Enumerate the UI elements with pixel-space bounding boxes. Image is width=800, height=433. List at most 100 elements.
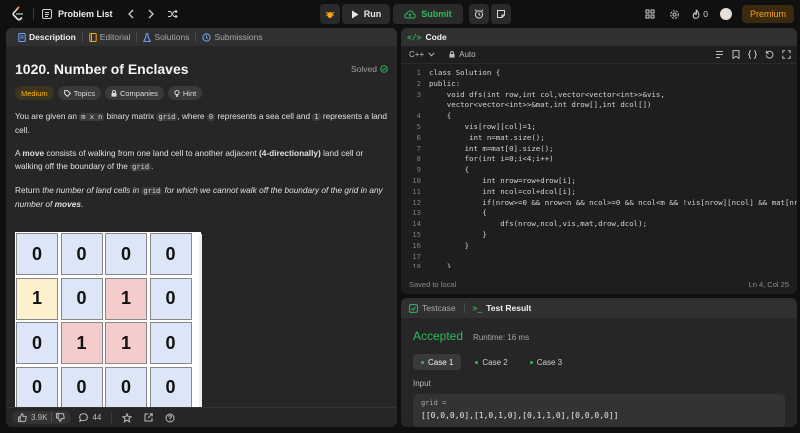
tab-submissions[interactable]: Submissions (196, 28, 268, 46)
tab-description[interactable]: Description (12, 28, 82, 46)
code-line[interactable]: 7 int m=mat[0].size(); (401, 144, 797, 155)
code-braces-icon[interactable] (748, 50, 757, 59)
lightbulb-icon (174, 89, 180, 97)
lock-icon (449, 51, 455, 58)
case-tab-2[interactable]: Case 2 (467, 354, 515, 370)
avatar[interactable] (719, 8, 732, 20)
notes-button[interactable] (491, 4, 511, 24)
code-line[interactable]: 16 } (401, 241, 797, 252)
submit-button[interactable]: Submit (393, 4, 463, 24)
text-span: binary matrix (104, 111, 157, 121)
timer-button[interactable] (469, 4, 489, 24)
inline-code: grid (141, 187, 163, 195)
line-number: 8 (416, 154, 421, 164)
premium-button[interactable]: Premium (741, 5, 794, 23)
code-text: } (429, 229, 487, 239)
code-line[interactable]: 5 vis[row][col]=1; (401, 122, 797, 133)
case-tab-1[interactable]: Case 1 (413, 354, 462, 370)
code-text: for(int i=0;i<4;i++) (429, 154, 554, 164)
code-line[interactable]: 4 { (401, 111, 797, 122)
run-button[interactable]: Run (342, 4, 390, 24)
language-label: C++ (409, 50, 425, 59)
code-line[interactable]: vector<vector<int>>&mat,int drow[],int d… (401, 100, 797, 111)
code-line[interactable]: 11 int ncol=col+dcol[i]; (401, 187, 797, 198)
problem-list-link[interactable]: Problem List (58, 9, 113, 19)
runtime-label: Runtime: 16 ms (473, 333, 530, 342)
test-tabs: Testcase >_ Test Result (401, 298, 797, 318)
reset-icon[interactable] (765, 50, 774, 59)
nav-divider (33, 8, 34, 20)
like-button[interactable]: 3.9K (12, 411, 72, 424)
comments-button[interactable]: 44 (79, 413, 101, 422)
tab-solutions[interactable]: Solutions (137, 28, 195, 46)
like-count: 3.9K (31, 413, 48, 422)
favorite-star-icon[interactable] (122, 412, 133, 423)
shuffle-icon[interactable] (167, 9, 178, 19)
code-line[interactable]: 9 { (401, 165, 797, 176)
format-icon[interactable] (715, 50, 724, 59)
line-number: 18 (412, 262, 421, 268)
bold-text: moves (54, 199, 81, 209)
code-line[interactable]: 1 class Solution { (401, 68, 797, 79)
problem-list-icon[interactable] (42, 9, 52, 19)
grid-cell: 1 (105, 277, 147, 320)
thumbs-down-icon[interactable] (56, 413, 66, 422)
code-text: class Solution { (429, 68, 501, 77)
companies-tag[interactable]: Companies (104, 86, 164, 100)
code-line[interactable]: 14 dfs(nrow,ncol,vis,mat,drow,dcol); (401, 219, 797, 230)
settings-gear-icon[interactable] (669, 9, 680, 20)
tab-separator (463, 303, 465, 313)
code-line[interactable]: 12 if(nrow>=0 && nrow<n && ncol>=0 && nc… (401, 198, 797, 209)
image-scrollbar[interactable] (199, 234, 202, 408)
code-line[interactable]: 8 for(int i=0;i<4;i++) (401, 154, 797, 165)
layout-grid-icon[interactable] (645, 9, 655, 19)
topics-label: Topics (73, 88, 95, 98)
tab-editorial[interactable]: Editorial (83, 28, 137, 46)
expand-icon[interactable] (782, 50, 791, 59)
leetcode-logo-icon[interactable] (11, 6, 25, 22)
panel-resize-handle[interactable] (398, 28, 400, 427)
cursor-position: Ln 4, Col 25 (748, 280, 789, 289)
code-line[interactable]: 13 { (401, 208, 797, 219)
code-line[interactable]: 15 } (401, 230, 797, 241)
code-line[interactable]: 6 int n=mat.size(); (401, 133, 797, 144)
tab-test-result[interactable]: >_ Test Result (473, 303, 532, 313)
bookmark-icon[interactable] (732, 50, 740, 59)
next-problem-icon[interactable] (147, 9, 155, 19)
topics-tag[interactable]: Topics (57, 86, 101, 100)
problem-title[interactable]: 1020. Number of Enclaves (15, 61, 189, 77)
auto-mode-toggle[interactable]: Auto (449, 50, 476, 59)
bug-icon (325, 11, 335, 18)
tab-testcase[interactable]: Testcase (409, 303, 456, 313)
debug-button[interactable] (320, 4, 340, 24)
solved-status: Solved (351, 64, 388, 74)
code-line[interactable]: 18 } (401, 262, 797, 268)
code-text: int ncol=col+dcol[i]; (429, 186, 576, 196)
description-paragraph-3: Return the number of land cells in grid … (15, 184, 388, 211)
save-status: Saved to local (409, 280, 457, 289)
inline-code: 1 (312, 113, 321, 121)
code-text: int nrow=row+drow[i]; (429, 175, 576, 185)
share-icon[interactable] (144, 413, 154, 422)
help-question-icon[interactable] (165, 413, 175, 423)
code-line[interactable]: 3 void dfs(int row,int col,vector<vector… (401, 90, 797, 101)
code-line[interactable]: 2 public: (401, 79, 797, 90)
tab-submissions-label: Submissions (214, 32, 263, 42)
grid-cell: 0 (16, 322, 58, 364)
tab-description-label: Description (29, 32, 76, 42)
streak-count: 0 (703, 9, 708, 19)
streak-fire-icon[interactable]: 0 (692, 9, 708, 19)
grid-cell: 0 (16, 366, 58, 409)
code-line[interactable]: 10 int nrow=row+drow[i]; (401, 176, 797, 187)
case-tab-3[interactable]: Case 3 (522, 354, 570, 370)
hint-label: Hint (182, 88, 197, 98)
language-select[interactable]: C++ (409, 50, 435, 59)
code-line[interactable]: 17 (401, 252, 797, 263)
prev-problem-icon[interactable] (127, 9, 135, 19)
note-icon (497, 10, 505, 18)
code-brackets-icon: </> (407, 32, 422, 42)
text-span: . (151, 161, 154, 171)
hint-tag[interactable]: Hint (167, 86, 203, 100)
example-grid-image: 0000101001100000 (15, 232, 201, 410)
code-editor[interactable]: 1 class Solution {2 public: 3 void dfs(int … (401, 68, 797, 268)
